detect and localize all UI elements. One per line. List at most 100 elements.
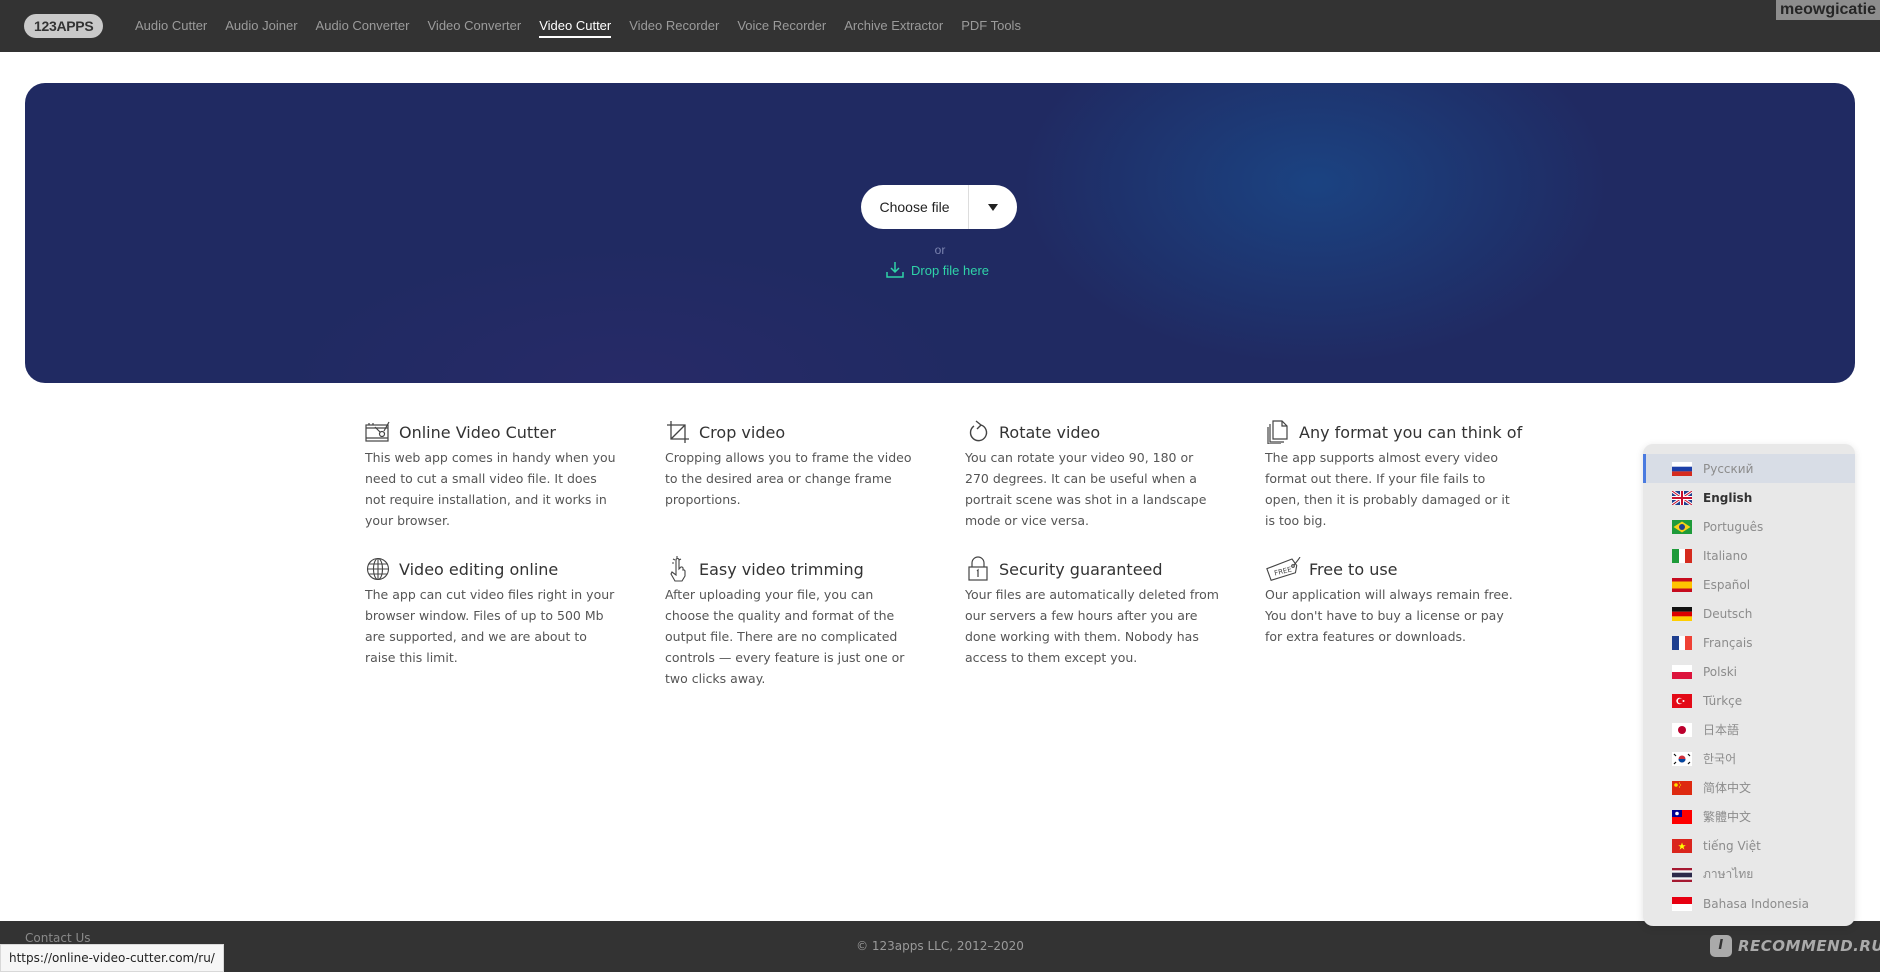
tap-icon <box>665 556 691 582</box>
language-option[interactable]: ภาษาไทย <box>1643 860 1855 889</box>
free-tag-icon: FREE <box>1265 556 1301 582</box>
language-option[interactable]: Français <box>1643 628 1855 657</box>
flag-tr-icon <box>1672 693 1692 708</box>
features-grid: Online Video Cutter This web app comes i… <box>365 418 1535 689</box>
flag-de-icon <box>1672 606 1692 621</box>
language-option[interactable]: Русский <box>1643 454 1855 483</box>
feature-easy-trimming: Easy video trimming After uploading your… <box>665 555 965 689</box>
upload-area[interactable]: Choose file or Drop file here <box>25 83 1855 383</box>
language-label: 简体中文 <box>1703 781 1752 795</box>
rotate-icon <box>965 419 991 445</box>
nav-voice-recorder[interactable]: Voice Recorder <box>737 0 826 52</box>
feature-free: FREE Free to use Our application will al… <box>1265 555 1535 689</box>
nav-pdf-tools[interactable]: PDF Tools <box>961 0 1021 52</box>
nav-archive-extractor[interactable]: Archive Extractor <box>844 0 943 52</box>
feature-text: The app supports almost every video form… <box>1265 450 1510 528</box>
watermark: I RECOMMEND.RU <box>1710 935 1880 957</box>
language-label: 繁體中文 <box>1703 810 1752 824</box>
film-scissors-icon <box>365 419 391 445</box>
flag-it-icon <box>1672 548 1692 563</box>
nav-video-converter[interactable]: Video Converter <box>428 0 522 52</box>
feature-title: Free to use <box>1309 559 1398 579</box>
feature-online-video-cutter: Online Video Cutter This web app comes i… <box>365 418 665 531</box>
flag-es-icon <box>1672 577 1692 592</box>
lock-icon <box>965 556 991 582</box>
feature-text: This web app comes in handy when you nee… <box>365 450 616 528</box>
feature-text: Your files are automatically deleted fro… <box>965 587 1219 665</box>
language-option[interactable]: 繁體中文 <box>1643 802 1855 831</box>
choose-file-button[interactable]: Choose file <box>861 185 969 229</box>
feature-crop-video: Crop video Cropping allows you to frame … <box>665 418 965 531</box>
nav-audio-converter[interactable]: Audio Converter <box>316 0 410 52</box>
language-label: tiếng Việt <box>1703 838 1761 853</box>
flag-fr-icon <box>1672 635 1692 650</box>
choose-file-button-group: Choose file <box>861 185 1017 229</box>
feature-any-format: Any format you can think of The app supp… <box>1265 418 1535 531</box>
feature-text: Our application will always remain free.… <box>1265 587 1513 644</box>
top-navigation-bar: 123APPS Audio Cutter Audio Joiner Audio … <box>0 0 1880 52</box>
nav-audio-joiner[interactable]: Audio Joiner <box>225 0 297 52</box>
language-label: Deutsch <box>1703 606 1753 621</box>
feature-title: Online Video Cutter <box>399 422 556 442</box>
language-option[interactable]: tiếng Việt <box>1643 831 1855 860</box>
crop-icon <box>665 419 691 445</box>
footer: Contact Us © 123apps LLC, 2012–2020 <box>0 921 1880 972</box>
language-option[interactable]: Español <box>1643 570 1855 599</box>
feature-title: Video editing online <box>399 559 559 579</box>
copyright: © 123apps LLC, 2012–2020 <box>856 939 1024 953</box>
logo[interactable]: 123APPS <box>24 14 104 38</box>
language-label: Français <box>1703 635 1753 650</box>
language-option[interactable]: Italiano <box>1643 541 1855 570</box>
feature-title: Rotate video <box>999 422 1101 442</box>
language-label: Português <box>1703 519 1764 534</box>
nav-audio-cutter[interactable]: Audio Cutter <box>135 0 207 52</box>
globe-icon <box>365 556 391 582</box>
flag-kr-icon <box>1672 751 1692 766</box>
status-bar-url: https://online-video-cutter.com/ru/ <box>0 944 224 972</box>
language-option[interactable]: 日本語 <box>1643 715 1855 744</box>
flag-id-icon <box>1672 896 1692 911</box>
app-nav: Audio Cutter Audio Joiner Audio Converte… <box>135 0 1039 52</box>
language-menu: Русский English Português Italiano Españ… <box>1643 444 1855 926</box>
nav-video-recorder[interactable]: Video Recorder <box>629 0 719 52</box>
feature-title: Security guaranteed <box>999 559 1163 579</box>
language-label: Italiano <box>1703 548 1748 563</box>
language-option[interactable]: Türkçe <box>1643 686 1855 715</box>
feature-text: The app can cut video files right in you… <box>365 587 615 665</box>
language-option[interactable]: 简体中文 <box>1643 773 1855 802</box>
language-option[interactable]: English <box>1643 483 1855 512</box>
flag-cn-icon <box>1672 780 1692 795</box>
watermark-text: RECOMMEND.RU <box>1738 937 1880 955</box>
feature-video-editing-online: Video editing online The app can cut vid… <box>365 555 665 689</box>
files-icon <box>1265 419 1291 445</box>
or-separator: or <box>934 243 946 257</box>
flag-tw-icon <box>1672 809 1692 824</box>
language-option[interactable]: Polski <box>1643 657 1855 686</box>
feature-title: Any format you can think of <box>1299 422 1523 442</box>
nav-video-cutter[interactable]: Video Cutter <box>539 0 612 52</box>
language-label: Türkçe <box>1703 693 1743 708</box>
language-option[interactable]: Português <box>1643 512 1855 541</box>
language-label: 日本語 <box>1703 723 1740 737</box>
feature-security: Security guaranteed Your files are autom… <box>965 555 1265 689</box>
language-label: Polski <box>1703 664 1738 679</box>
language-option[interactable]: Bahasa Indonesia <box>1643 889 1855 918</box>
language-label: Español <box>1703 577 1751 592</box>
feature-title: Easy video trimming <box>699 559 864 579</box>
language-option[interactable]: 한국어 <box>1643 744 1855 773</box>
language-option[interactable]: Deutsch <box>1643 599 1855 628</box>
flag-br-icon <box>1672 519 1692 534</box>
drop-file-link[interactable]: Drop file here <box>885 261 989 279</box>
language-label: Русский <box>1703 461 1754 476</box>
feature-text: After uploading your file, you can choos… <box>665 587 905 686</box>
flag-jp-icon <box>1672 722 1692 737</box>
feature-rotate-video: Rotate video You can rotate your video 9… <box>965 418 1265 531</box>
source-dropdown-button[interactable] <box>969 185 1017 229</box>
flag-vn-icon <box>1672 838 1692 853</box>
svg-text:FREE: FREE <box>1273 565 1292 577</box>
caret-down-icon <box>988 203 998 211</box>
language-label: Bahasa Indonesia <box>1703 896 1809 911</box>
language-label: ภาษาไทย <box>1703 867 1754 881</box>
language-label: English <box>1703 490 1753 505</box>
drop-file-label: Drop file here <box>911 262 990 278</box>
